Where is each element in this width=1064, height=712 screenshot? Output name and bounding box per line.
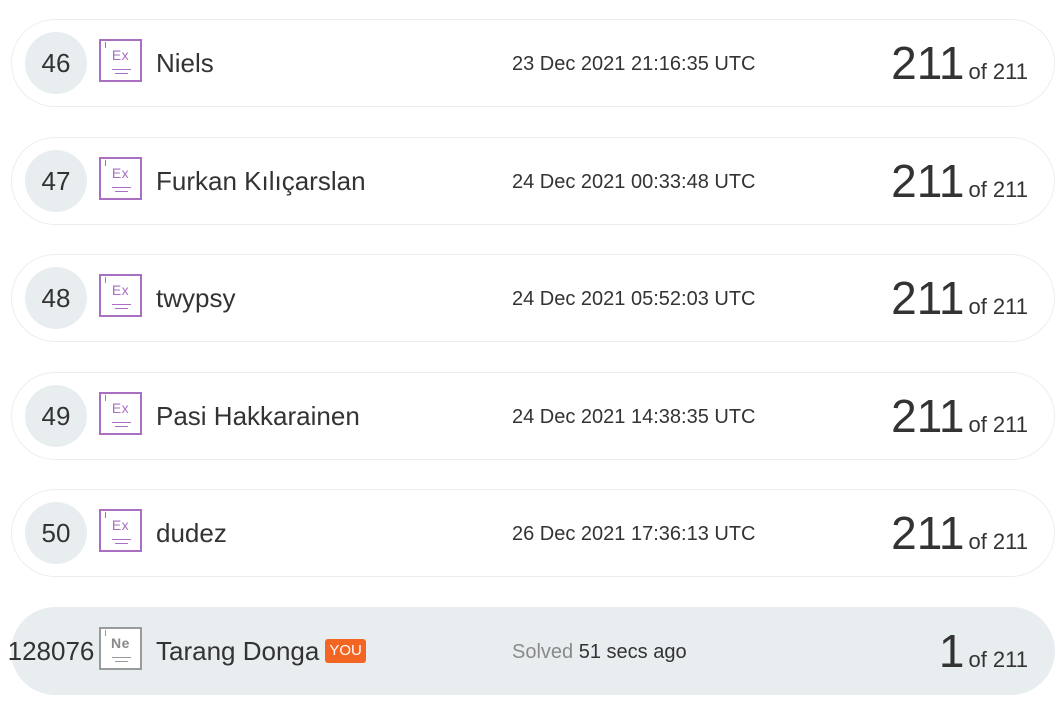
current-user-row[interactable]: 128076 Ne Tarang Donga YOU Solved 51 secs…: [8, 607, 1055, 695]
element-level-icon: Ex: [99, 509, 142, 552]
user-name[interactable]: Niels: [156, 47, 214, 79]
user-name: Tarang Donga YOU: [156, 635, 366, 667]
total-count: of 211: [968, 529, 1028, 554]
solved-date: 23 Dec 2021 21:16:35 UTC: [512, 53, 756, 75]
leaderboard-row[interactable]: 49 Ex Pasi Hakkarainen 24 Dec 2021 14:38…: [11, 372, 1055, 460]
solved-count: 211: [891, 155, 965, 207]
solved-count: 211: [891, 390, 965, 442]
total-count: of 211: [968, 59, 1028, 84]
rank-number: 128076: [7, 636, 95, 666]
score: 211 of 211: [891, 36, 1028, 90]
total-count: of 211: [968, 294, 1028, 319]
element-level-icon: Ex: [99, 157, 142, 200]
leaderboard-list: 46 Ex Niels 23 Dec 2021 21:16:35 UTC 211…: [0, 0, 1064, 712]
leaderboard-row[interactable]: 47 Ex Furkan Kılıçarslan 24 Dec 2021 00:…: [11, 137, 1055, 225]
total-count: of 211: [968, 412, 1028, 437]
user-name[interactable]: Pasi Hakkarainen: [156, 400, 360, 432]
solved-date: 26 Dec 2021 17:36:13 UTC: [512, 523, 756, 545]
rank-number: 50: [25, 502, 87, 564]
element-level-icon: Ex: [99, 392, 142, 435]
rank-number: 49: [25, 385, 87, 447]
element-level-icon: Ex: [99, 39, 142, 82]
solved-date: 24 Dec 2021 00:33:48 UTC: [512, 171, 756, 193]
solved-date: 24 Dec 2021 14:38:35 UTC: [512, 406, 756, 428]
solved-count: 1: [938, 625, 965, 677]
solved-date: Solved 51 secs ago: [512, 639, 687, 665]
leaderboard-row[interactable]: 48 Ex twypsy 24 Dec 2021 05:52:03 UTC 21…: [11, 254, 1055, 342]
you-badge: YOU: [325, 639, 366, 664]
solved-date: 24 Dec 2021 05:52:03 UTC: [512, 288, 756, 310]
user-name[interactable]: Furkan Kılıçarslan: [156, 165, 366, 197]
solved-count: 211: [891, 272, 965, 324]
solved-count: 211: [891, 507, 965, 559]
user-name-text[interactable]: Tarang Donga: [156, 636, 319, 666]
leaderboard-row[interactable]: 50 Ex dudez 26 Dec 2021 17:36:13 UTC 211…: [11, 489, 1055, 577]
score: 211 of 211: [891, 506, 1028, 560]
rank-number: 46: [25, 32, 87, 94]
leaderboard-row[interactable]: 46 Ex Niels 23 Dec 2021 21:16:35 UTC 211…: [11, 19, 1055, 107]
solved-time: 51 secs ago: [578, 641, 687, 663]
user-name[interactable]: twypsy: [156, 282, 235, 314]
score: 211 of 211: [891, 271, 1028, 325]
user-name[interactable]: dudez: [156, 517, 227, 549]
element-level-icon: Ne: [99, 627, 142, 670]
rank-number: 47: [25, 150, 87, 212]
score: 1 of 211: [939, 624, 1028, 678]
element-level-icon: Ex: [99, 274, 142, 317]
solved-count: 211: [891, 37, 965, 89]
total-count: of 211: [968, 647, 1028, 672]
solved-label: Solved: [512, 641, 574, 663]
rank-number: 48: [25, 267, 87, 329]
total-count: of 211: [968, 177, 1028, 202]
score: 211 of 211: [891, 154, 1028, 208]
score: 211 of 211: [891, 389, 1028, 443]
